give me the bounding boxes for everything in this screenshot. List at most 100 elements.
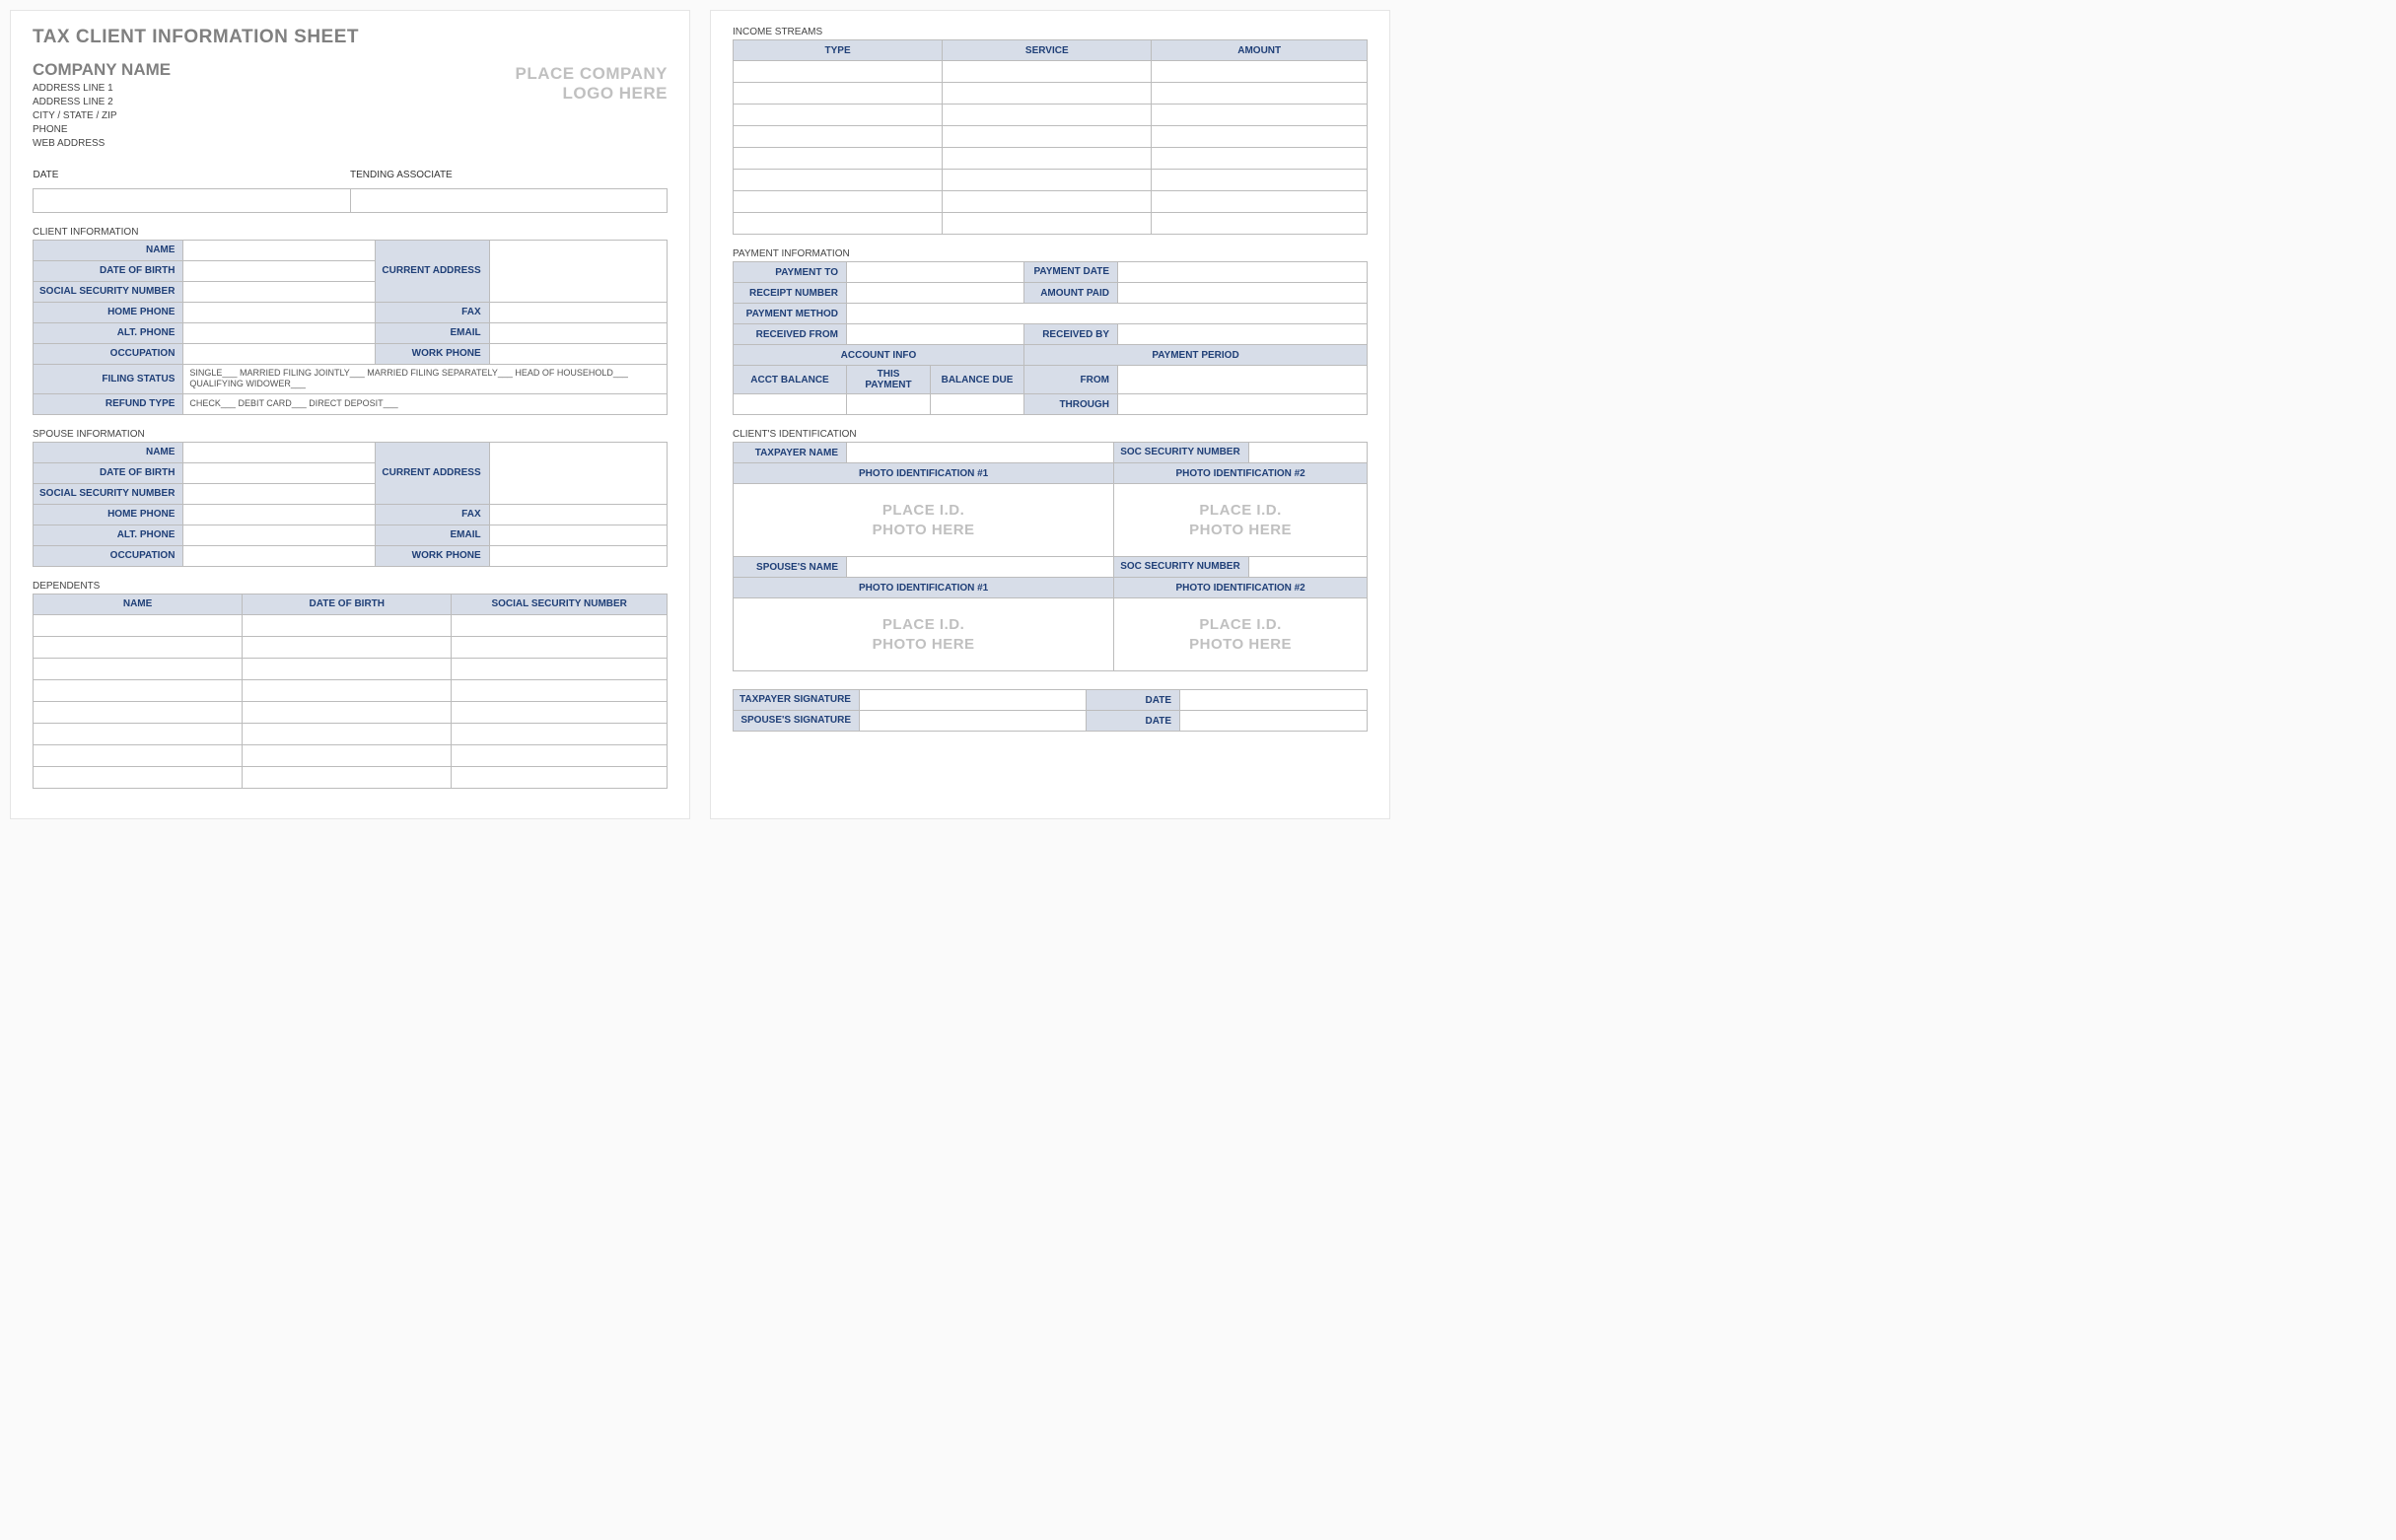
income-cell[interactable] bbox=[943, 170, 1152, 191]
taxpayer-name-input[interactable] bbox=[847, 443, 1114, 463]
income-cell[interactable] bbox=[943, 126, 1152, 148]
spouse-dob-input[interactable] bbox=[183, 462, 376, 483]
dependent-cell[interactable] bbox=[34, 744, 243, 766]
spouse-occ-input[interactable] bbox=[183, 545, 376, 566]
date-input[interactable] bbox=[34, 188, 351, 212]
client-work-input[interactable] bbox=[489, 343, 667, 364]
spouse-name-id-input[interactable] bbox=[847, 557, 1114, 578]
taxpayer-sig-date-input[interactable] bbox=[1180, 690, 1368, 711]
dependent-cell[interactable] bbox=[452, 636, 668, 658]
income-cell[interactable] bbox=[1152, 61, 1368, 83]
this-payment-input[interactable] bbox=[847, 394, 931, 415]
income-cell[interactable] bbox=[943, 213, 1152, 235]
spouse-email-input[interactable] bbox=[489, 525, 667, 545]
dependent-cell[interactable] bbox=[452, 701, 668, 723]
payment-to-input[interactable] bbox=[847, 262, 1024, 283]
client-info-table: NAME CURRENT ADDRESS DATE OF BIRTH SOCIA… bbox=[33, 240, 668, 415]
dependent-cell[interactable] bbox=[243, 636, 452, 658]
dependent-cell[interactable] bbox=[452, 614, 668, 636]
income-cell[interactable] bbox=[943, 61, 1152, 83]
through-input[interactable] bbox=[1118, 394, 1368, 415]
spouse-work-input[interactable] bbox=[489, 545, 667, 566]
spouse-photo2-placeholder[interactable]: PLACE I.D.PHOTO HERE bbox=[1114, 598, 1368, 671]
income-cell[interactable] bbox=[734, 126, 943, 148]
income-cell[interactable] bbox=[734, 213, 943, 235]
spouse-curaddr-input[interactable] bbox=[489, 442, 667, 504]
spouse-home-input[interactable] bbox=[183, 504, 376, 525]
dependent-cell[interactable] bbox=[243, 679, 452, 701]
spouse-alt-input[interactable] bbox=[183, 525, 376, 545]
income-cell[interactable] bbox=[1152, 148, 1368, 170]
dependent-cell[interactable] bbox=[452, 723, 668, 744]
income-cell[interactable] bbox=[1152, 105, 1368, 126]
dependent-cell[interactable] bbox=[452, 766, 668, 788]
income-cell[interactable] bbox=[734, 191, 943, 213]
dependent-cell[interactable] bbox=[452, 744, 668, 766]
income-cell[interactable] bbox=[734, 170, 943, 191]
income-cell[interactable] bbox=[1152, 83, 1368, 105]
taxpayer-sig-input[interactable] bbox=[859, 690, 1086, 711]
income-cell[interactable] bbox=[943, 191, 1152, 213]
receipt-input[interactable] bbox=[847, 283, 1024, 304]
client-ssn-label: SOCIAL SECURITY NUMBER bbox=[34, 281, 183, 302]
dependent-cell[interactable] bbox=[243, 614, 452, 636]
income-cell[interactable] bbox=[1152, 191, 1368, 213]
spouse-sig-input[interactable] bbox=[859, 711, 1086, 732]
spouse-name-input[interactable] bbox=[183, 442, 376, 462]
taxpayer-photo2-placeholder[interactable]: PLACE I.D.PHOTO HERE bbox=[1114, 484, 1368, 557]
spouse-sig-date-input[interactable] bbox=[1180, 711, 1368, 732]
from-input[interactable] bbox=[1118, 366, 1368, 394]
client-name-input[interactable] bbox=[183, 240, 376, 260]
client-curaddr-input[interactable] bbox=[489, 240, 667, 302]
income-cell[interactable] bbox=[1152, 170, 1368, 191]
income-cell[interactable] bbox=[1152, 126, 1368, 148]
client-email-input[interactable] bbox=[489, 322, 667, 343]
received-from-input[interactable] bbox=[847, 324, 1024, 345]
client-home-input[interactable] bbox=[183, 302, 376, 322]
dependent-cell[interactable] bbox=[34, 723, 243, 744]
method-input[interactable] bbox=[847, 304, 1368, 324]
income-cell[interactable] bbox=[1152, 213, 1368, 235]
client-dob-input[interactable] bbox=[183, 260, 376, 281]
dependent-cell[interactable] bbox=[243, 658, 452, 679]
dependent-cell[interactable] bbox=[452, 658, 668, 679]
income-cell[interactable] bbox=[734, 105, 943, 126]
client-alt-input[interactable] bbox=[183, 322, 376, 343]
spouse-ssn-id-input[interactable] bbox=[1248, 557, 1367, 578]
income-cell[interactable] bbox=[734, 83, 943, 105]
received-by-input[interactable] bbox=[1118, 324, 1368, 345]
spouse-fax-input[interactable] bbox=[489, 504, 667, 525]
income-cell[interactable] bbox=[734, 148, 943, 170]
client-fax-input[interactable] bbox=[489, 302, 667, 322]
dependent-cell[interactable] bbox=[452, 679, 668, 701]
filing-status-options[interactable]: SINGLE___ MARRIED FILING JOINTLY___ MARR… bbox=[183, 364, 668, 393]
spouse-photo1-placeholder[interactable]: PLACE I.D.PHOTO HERE bbox=[734, 598, 1114, 671]
dependent-cell[interactable] bbox=[34, 766, 243, 788]
dependent-cell[interactable] bbox=[34, 679, 243, 701]
payment-date-input[interactable] bbox=[1118, 262, 1368, 283]
dependent-cell[interactable] bbox=[243, 701, 452, 723]
amount-paid-input[interactable] bbox=[1118, 283, 1368, 304]
balance-due-input[interactable] bbox=[931, 394, 1024, 415]
income-cell[interactable] bbox=[943, 148, 1152, 170]
refund-type-options[interactable]: CHECK___ DEBIT CARD___ DIRECT DEPOSIT___ bbox=[183, 393, 668, 414]
spouse-ssn-input[interactable] bbox=[183, 483, 376, 504]
dependent-cell[interactable] bbox=[34, 636, 243, 658]
dependent-cell[interactable] bbox=[34, 614, 243, 636]
dependent-cell[interactable] bbox=[243, 766, 452, 788]
dependent-cell[interactable] bbox=[34, 701, 243, 723]
income-cell[interactable] bbox=[734, 61, 943, 83]
city-state-zip: CITY / STATE / ZIP bbox=[33, 109, 171, 123]
income-cell[interactable] bbox=[943, 105, 1152, 126]
dependent-cell[interactable] bbox=[34, 658, 243, 679]
client-ssn-input[interactable] bbox=[183, 281, 376, 302]
photo1-label: PHOTO IDENTIFICATION #1 bbox=[734, 463, 1114, 484]
client-occ-input[interactable] bbox=[183, 343, 376, 364]
associate-input[interactable] bbox=[350, 188, 668, 212]
taxpayer-photo1-placeholder[interactable]: PLACE I.D.PHOTO HERE bbox=[734, 484, 1114, 557]
dependent-cell[interactable] bbox=[243, 744, 452, 766]
dependent-cell[interactable] bbox=[243, 723, 452, 744]
acct-balance-input[interactable] bbox=[734, 394, 847, 415]
income-cell[interactable] bbox=[943, 83, 1152, 105]
taxpayer-ssn-input[interactable] bbox=[1248, 443, 1367, 463]
